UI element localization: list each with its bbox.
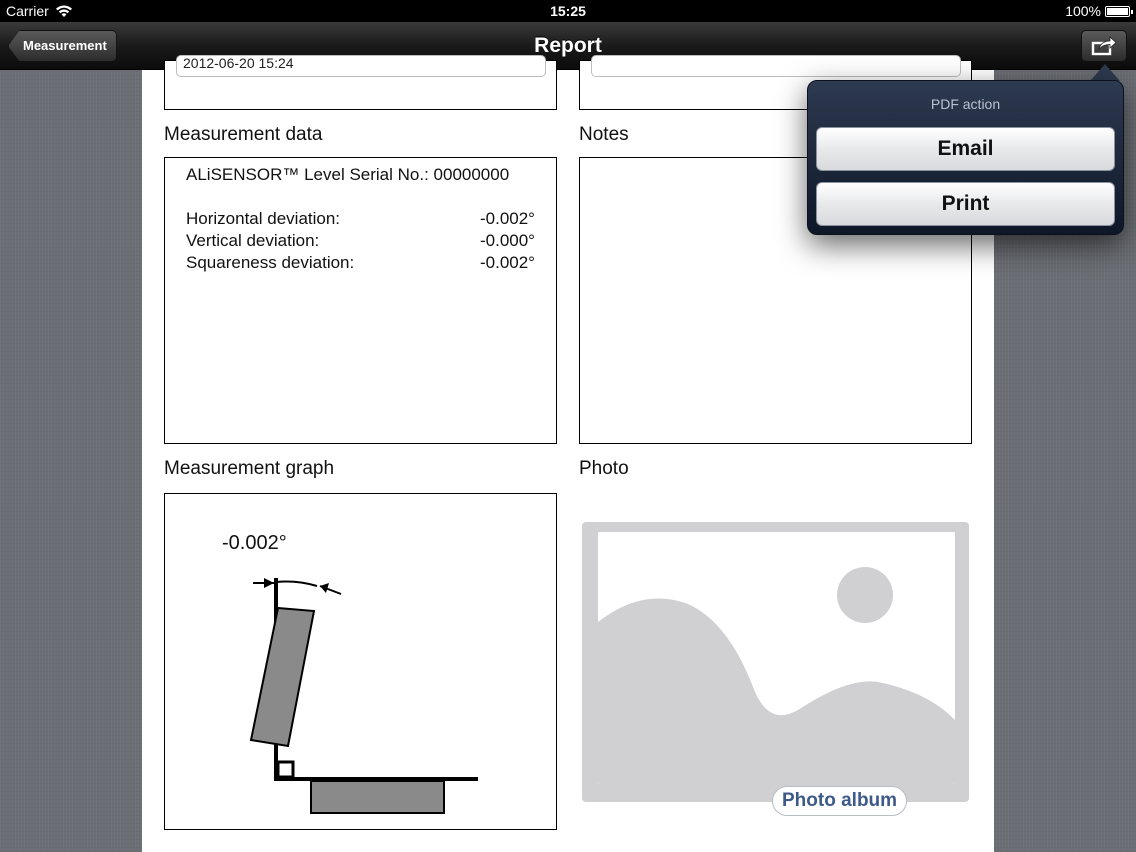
measurement-graph-label: Measurement graph [164,458,335,479]
back-button-measurement[interactable]: Measurement [8,30,117,62]
share-icon [1091,36,1117,56]
status-bar: Carrier 15:25 100% [0,0,1136,22]
photo-inner [598,532,955,784]
date-value: 2012-06-20 15:24 [183,55,294,71]
photo-label: Photo [579,458,629,479]
top-right-field[interactable] [591,55,961,77]
photo-album-button[interactable]: Photo album [772,786,908,816]
print-button[interactable]: Print [816,182,1115,226]
status-right: 100% [1065,3,1133,19]
date-box: 2012-06-20 15:24 [164,55,557,110]
pdf-action-popover: PDF action Email Print [807,80,1124,235]
vertical-deviation-label: Vertical deviation: [186,231,320,250]
image-placeholder-icon [598,532,955,784]
photo-placeholder[interactable] [582,522,969,802]
status-left: Carrier [6,3,73,19]
carrier-label: Carrier [6,3,49,19]
squareness-deviation-label: Squareness deviation: [186,253,355,272]
email-button[interactable]: Email [816,127,1115,171]
horizontal-deviation-label: Horizontal deviation: [186,209,341,228]
squareness-deviation-value: -0.002° [479,253,535,272]
vertical-deviation-value: -0.000° [479,231,535,250]
measurement-data-box: ALiSENSOR™ Level Serial No.: 00000000 Ho… [164,157,557,444]
squareness-diagram [249,578,478,814]
horizontal-deviation-value: -0.002° [479,209,535,228]
date-field[interactable]: 2012-06-20 15:24 [176,55,546,77]
measurement-graph-box: -0.002° [164,493,557,830]
share-button[interactable] [1081,30,1127,62]
battery-icon [1105,5,1133,17]
status-time: 15:25 [550,3,586,19]
measurement-data-label: Measurement data [164,124,323,145]
serial-number-line: ALiSENSOR™ Level Serial No.: 00000000 [186,165,510,184]
wifi-icon [55,5,72,17]
popover-title: PDF action [930,96,1001,112]
notes-label: Notes [579,124,629,145]
battery-percent: 100% [1065,3,1101,19]
popover-arrow [1090,64,1120,81]
